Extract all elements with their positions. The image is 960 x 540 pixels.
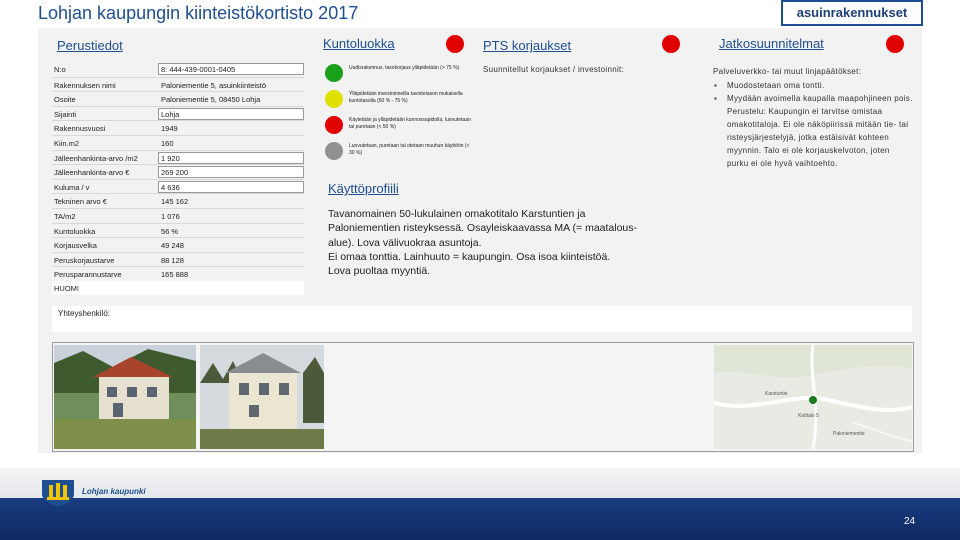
text-line: Paloniementien risteyksessä. Osayleiskaa… [328, 222, 638, 235]
map-label-road: Karstuntie [765, 391, 788, 397]
kayttoprofiili-header: Käyttöprofiili [328, 181, 399, 196]
legend-dot-red [325, 116, 343, 134]
map-pin-icon [809, 396, 817, 404]
row-value: 56 % [161, 226, 179, 236]
city-logo-text: Lohjan kaupunki [82, 487, 146, 496]
list-item: Myydään avoimella kaupalla maapohjineen … [713, 92, 913, 170]
row-label: N:o [54, 65, 66, 74]
row-value: 160 [161, 138, 174, 148]
page-title: Lohjan kaupungin kiinteistökortisto 2017 [38, 3, 359, 23]
house-photo-1 [54, 345, 196, 449]
legend-text: Uudisrakennus, tasokorjaus ylläpidetään … [349, 65, 460, 71]
table-row: Korjausvelka 49 248 [52, 237, 304, 252]
perustiedot-table: N:o 8: 444-439-0001-0405 Rakennuksen nimi… [52, 62, 304, 281]
legend-item: Ylläpidetään investoinneilla tavoitetaso… [316, 86, 476, 112]
pts-description: Suunnitellut korjaukset / investoinnit: [483, 65, 625, 74]
row-label: Rakennusvuosi [54, 124, 106, 134]
table-row: Osoite Paloniementie 5, 08450 Lohja [52, 91, 304, 106]
legend-dot-green [325, 64, 343, 82]
table-row: Jälleenhankinta-arvo /m2 1 920 [52, 149, 304, 165]
map-label-house: Kotitalo 5 [798, 413, 819, 419]
legend-text: Luovutetaan, puretaan tai otetaan muuhun… [349, 143, 470, 156]
row-value: 88 128 [161, 255, 184, 265]
legend-text: Ylläpidetään investoinneilla tavoitetaso… [349, 91, 463, 104]
text-line: alue). Lova välivuokraa asuntoja. [328, 236, 482, 249]
map-label-street: Paloniementie [833, 431, 865, 437]
row-label: Jälleenhankinta-arvo /m2 [54, 153, 138, 163]
row-label: TA/m2 [54, 211, 76, 221]
row-label: Sijainti [54, 109, 77, 119]
pts-header: PTS korjaukset [483, 38, 572, 53]
text-line: Tavanomainen 50-lukulainen omakotitalo K… [328, 208, 586, 220]
row-value: Lohja [161, 109, 180, 119]
row-value: 269 200 [161, 168, 189, 178]
jatko-list: Muodostetaan oma tontti. Myydään avoimel… [713, 79, 913, 170]
page-number: 24 [904, 516, 916, 527]
legend-item: Luovutetaan, puretaan tai otetaan muuhun… [316, 138, 476, 164]
jatko-intro: Palveluverkko- tai muut linjapäätökset: [713, 67, 862, 76]
row-label: Rakennuksen nimi [54, 80, 116, 90]
row-label: Osoite [54, 95, 76, 105]
table-row: N:o 8: 444-439-0001-0405 [52, 62, 304, 77]
row-value: Paloniementie 5, 08450 Lohja [161, 95, 261, 105]
text-line: Ei omaa tonttia. Lainhuuto = kaupungin. … [328, 250, 611, 263]
row-label: Kuntoluokka [54, 226, 96, 236]
category-tag: asuinrakennukset [781, 0, 923, 26]
table-row: Jälleenhankinta-arvo € 269 200 [52, 164, 304, 179]
row-label: Kiin.m2 [54, 138, 80, 148]
text-line: Lova puoltaa myyntiä. [328, 265, 431, 278]
table-row: TA/m2 1 076 [52, 207, 304, 223]
table-row: Kuluma / v 4 636 [52, 178, 304, 194]
photos-svg: Kotitalo 5 Karstuntie Paloniementie [54, 344, 913, 450]
row-value: 145 162 [161, 197, 189, 207]
row-value: 165 888 [161, 270, 189, 280]
kuntoluokka-status-dot [446, 35, 464, 53]
row-value: 8: 444-439-0001-0405 [161, 65, 236, 74]
table-row: Sijainti Lohja [52, 105, 304, 121]
table-row: Perusparannustarve 165 888 [52, 266, 304, 281]
city-crest-icon [42, 480, 74, 506]
table-row: Rakennusvuosi 1949 [52, 120, 304, 135]
row-label: Jälleenhankinta-arvo € [54, 168, 130, 178]
legend-dot-grey [325, 142, 343, 160]
house-photo-2 [200, 345, 324, 449]
kuntoluokka-legend: Uudisrakennus, tasokorjaus ylläpidetään … [316, 60, 476, 164]
row-label: Peruskorjaustarve [54, 255, 115, 265]
table-row: Kiin.m2 160 [52, 134, 304, 150]
list-item: Muodostetaan oma tontti. [713, 79, 913, 92]
legend-text: Käytetään ja ylläpidetään kunnossapidoll… [349, 117, 471, 130]
perustiedot-header: Perustiedot [57, 38, 123, 53]
legend-item: Käytetään ja ylläpidetään kunnossapidoll… [316, 112, 476, 138]
table-row: Peruskorjaustarve 88 128 [52, 251, 304, 267]
yhteyshenkilo-box: Yhteyshenkilö: [52, 306, 912, 332]
row-label: Kuluma / v [54, 182, 90, 192]
legend-dot-yellow [325, 90, 343, 108]
row-value: 1 920 [161, 153, 180, 163]
jatko-section: Palveluverkko- tai muut linjapäätökset: … [713, 65, 913, 170]
city-logo: Lohjan kaupunki [40, 478, 160, 506]
row-value: 1 076 [161, 211, 180, 221]
row-value: 1949 [161, 124, 178, 134]
kuntoluokka-header: Kuntoluokka [323, 36, 395, 51]
row-value: Paloniementie 5, asuinkiinteistö [161, 80, 267, 90]
row-label: Perusparannustarve [54, 270, 122, 280]
kayttoprofiili-text: Tavanomainen 50-lukulainen omakotitalo K… [328, 207, 693, 278]
row-value: 4 636 [161, 182, 180, 192]
row-label: Tekninen arvo € [54, 197, 107, 207]
jatko-status-dot [886, 35, 904, 53]
legend-item: Uudisrakennus, tasokorjaus ylläpidetään … [316, 60, 476, 86]
table-row: Kuntoluokka 56 % [52, 222, 304, 238]
jatko-header: Jatkosuunnitelmat [719, 36, 824, 51]
table-row: Tekninen arvo € 145 162 [52, 193, 304, 208]
location-map: Kotitalo 5 Karstuntie Paloniementie [713, 344, 913, 450]
photos-frame: Kotitalo 5 Karstuntie Paloniementie [52, 342, 914, 452]
huom-note: HUOM! [52, 281, 304, 295]
table-row: Rakennuksen nimi Paloniementie 5, asuinki… [52, 76, 304, 92]
pts-status-dot [662, 35, 680, 53]
row-label: Korjausvelka [54, 241, 97, 251]
row-value: 49 248 [161, 241, 184, 251]
